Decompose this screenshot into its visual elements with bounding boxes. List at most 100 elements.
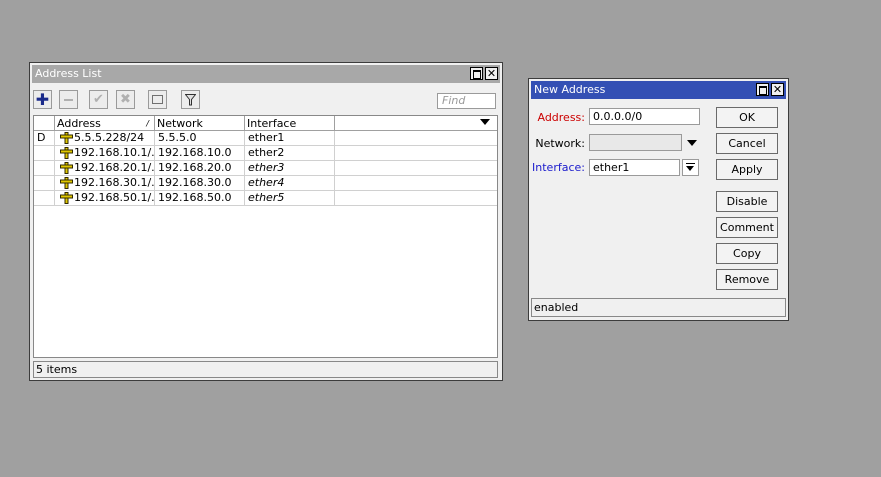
row-interface: ether1 [248,131,285,144]
status-bar: 5 items [33,361,498,378]
row-address: 192.168.10.1/... [74,146,154,159]
column-divider [244,146,245,160]
filter-button[interactable] [181,90,200,109]
network-dropdown-icon[interactable] [687,140,697,146]
address-icon [60,192,73,204]
address-icon [60,177,73,189]
row-address: 192.168.50.1/... [74,191,154,204]
maximize-icon[interactable] [470,67,483,80]
row-network: 192.168.20.0 [158,161,232,174]
column-header-flag[interactable] [34,116,55,131]
address-icon [60,147,73,159]
column-header-interface[interactable]: Interface [245,116,335,131]
interface-dropdown-button[interactable] [682,159,699,176]
enable-button[interactable]: ✔ [89,90,108,109]
column-menu-icon[interactable] [480,119,490,125]
disable-icon: ✖ [120,92,131,107]
row-interface: ether3 [248,161,285,174]
row-network: 192.168.10.0 [158,146,232,159]
row-network: 192.168.50.0 [158,191,232,204]
comment-button[interactable]: Comment [716,217,778,238]
new-address-titlebar[interactable]: New Address ✕ [531,81,786,99]
table-row[interactable]: 192.168.30.1/... 192.168.30.0 ether4 [34,176,497,191]
address-icon [60,162,73,174]
add-icon: ✚ [35,90,50,109]
column-divider [244,176,245,190]
row-interface: ether2 [248,146,285,159]
copy-button[interactable]: Copy [716,243,778,264]
column-divider [54,131,55,145]
table-row[interactable]: D 5.5.5.228/24 5.5.5.0 ether1 [34,131,497,146]
disable-button[interactable]: Disable [716,191,778,212]
row-address: 192.168.30.1/... [74,176,154,189]
table-row[interactable]: 192.168.10.1/... 192.168.10.0 ether2 [34,146,497,161]
column-divider [244,191,245,205]
find-input[interactable]: Find [437,93,496,109]
address-field[interactable]: 0.0.0.0/0 [589,108,700,125]
column-divider [334,176,335,190]
column-divider [334,191,335,205]
column-divider [54,146,55,160]
interface-label: Interface: [532,161,585,174]
disable-button[interactable]: ✖ [116,90,135,109]
window-title: New Address [534,83,606,96]
column-header-network[interactable]: Network [155,116,245,131]
table-row[interactable]: 192.168.20.1/... 192.168.20.0 ether3 [34,161,497,176]
enable-icon: ✔ [93,92,104,107]
row-flag [37,146,52,160]
apply-button[interactable]: Apply [716,159,778,180]
address-table: Address / Network Interface D 5.5.5.228/2… [33,115,498,358]
address-label: Address: [537,111,585,124]
cancel-button[interactable]: Cancel [716,133,778,154]
column-divider [154,131,155,145]
row-address: 192.168.20.1/... [74,161,154,174]
column-divider [154,161,155,175]
maximize-icon[interactable] [756,83,769,96]
address-list-window: Address List ✕ ✚ ✔ ✖ Find Address / Netw… [29,62,503,381]
comment-icon [152,95,163,104]
filter-icon [184,94,197,106]
sort-icon: / [146,119,149,128]
row-flag [37,176,52,190]
status-bar: enabled [531,298,786,317]
column-header-blank [335,116,497,131]
dropdown-icon [686,163,695,164]
interface-select[interactable]: ether1 [589,159,680,176]
column-divider [154,146,155,160]
column-divider [244,131,245,145]
row-interface: ether5 [248,191,285,204]
new-address-window: New Address ✕ Address: 0.0.0.0/0 Network… [528,78,789,321]
table-row[interactable]: 192.168.50.1/... 192.168.50.0 ether5 [34,191,497,206]
add-button[interactable]: ✚ [33,90,52,109]
remove-icon [64,98,73,101]
ok-button[interactable]: OK [716,107,778,128]
chevron-down-icon [686,166,694,171]
column-header-address[interactable]: Address / [55,116,155,131]
close-icon[interactable]: ✕ [485,67,498,80]
item-count: 5 items [36,363,78,376]
row-network: 5.5.5.0 [158,131,197,144]
column-divider [54,191,55,205]
row-network: 192.168.30.0 [158,176,232,189]
address-list-titlebar[interactable]: Address List ✕ [32,65,500,83]
row-flag: D [37,131,46,144]
column-divider [54,161,55,175]
remove-button[interactable] [59,90,78,109]
column-divider [154,191,155,205]
network-field[interactable] [589,134,682,151]
comment-button[interactable] [148,90,167,109]
column-divider [244,161,245,175]
window-title: Address List [35,67,102,80]
network-label: Network: [535,137,585,150]
column-divider [154,176,155,190]
row-flag [37,191,52,205]
column-divider [334,146,335,160]
row-interface: ether4 [248,176,285,189]
row-flag [37,161,52,175]
close-icon[interactable]: ✕ [771,83,784,96]
remove-button[interactable]: Remove [716,269,778,290]
status-text: enabled [534,301,579,314]
row-address: 5.5.5.228/24 [74,131,145,144]
address-icon [60,132,73,144]
column-divider [334,131,335,145]
